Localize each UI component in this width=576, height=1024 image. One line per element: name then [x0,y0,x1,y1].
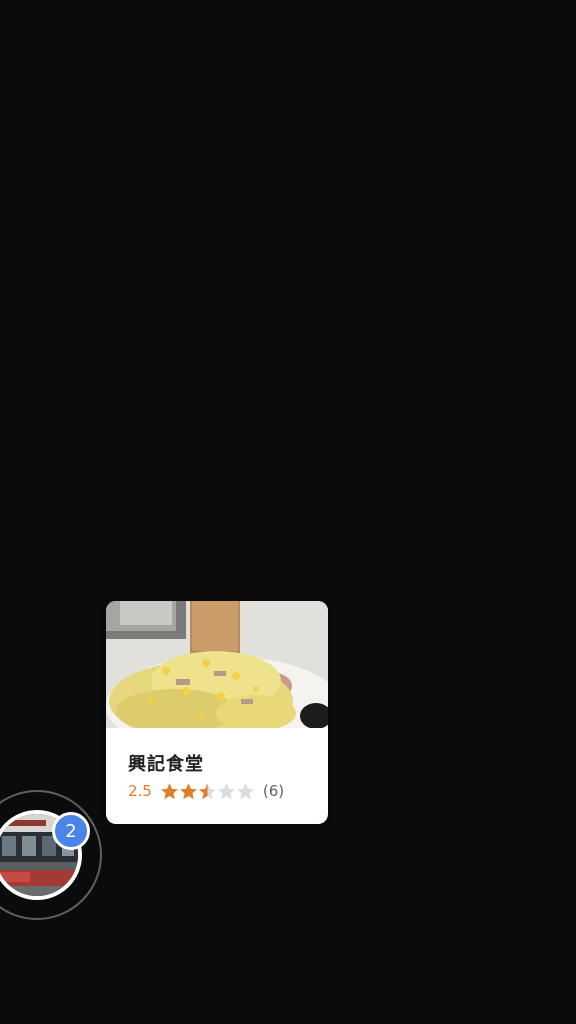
food-photo-icon [106,601,328,728]
star-filled-icon [160,782,178,799]
place-info: 興記食堂 2.5 (6) [106,728,328,824]
review-count: (6) [262,782,285,800]
star-filled-icon [179,782,197,799]
star-rating [160,782,255,801]
place-card[interactable]: 興記食堂 2.5 (6) [106,601,328,824]
star-empty-icon [236,782,254,799]
rating-value: 2.5 [128,782,152,800]
cluster-count-badge: 2 [52,812,90,850]
place-photo[interactable] [106,601,328,728]
photo-cluster-marker[interactable]: 2 [0,790,102,920]
star-empty-icon [217,782,235,799]
rating-row: 2.5 (6) [128,780,284,802]
place-name: 興記食堂 [128,754,204,775]
map-view[interactable]: 興記食堂 2.5 (6) 2 [0,0,576,1024]
star-half-icon [198,782,216,799]
